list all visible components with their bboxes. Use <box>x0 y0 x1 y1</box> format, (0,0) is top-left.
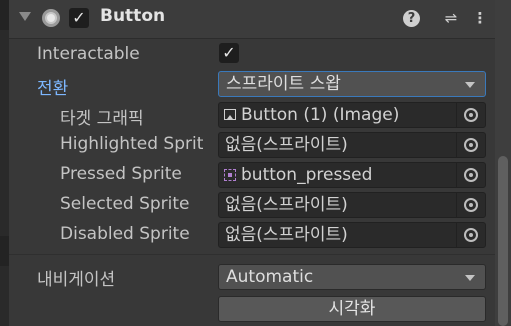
selected-sprite-label: Selected Sprite <box>60 194 190 214</box>
pressed-sprite-value: button_pressed <box>241 165 373 185</box>
object-picker-icon[interactable] <box>456 133 485 157</box>
transition-dropdown[interactable]: 스프라이트 스왑 <box>218 71 486 97</box>
selected-sprite-value: 없음(스프라이트) <box>225 195 348 215</box>
disabled-sprite-label: Disabled Sprite <box>60 224 190 244</box>
navigation-label: 내비게이션 <box>37 270 116 290</box>
menu-icon[interactable]: ⋮ <box>470 8 490 28</box>
left-panel-edge <box>0 0 9 326</box>
target-graphic-value: Button (1) (Image) <box>241 105 400 125</box>
component-header[interactable]: ✓ Button ? ⇌ ⋮ <box>9 0 495 39</box>
highlighted-sprite-label: Highlighted Sprit <box>60 134 204 154</box>
target-graphic-label: 타겟 그래픽 <box>60 109 144 129</box>
scrollbar-thumb[interactable] <box>498 156 508 326</box>
image-icon <box>224 109 236 120</box>
help-icon[interactable]: ? <box>403 10 420 27</box>
object-picker-icon[interactable] <box>456 163 485 187</box>
disabled-sprite-value: 없음(스프라이트) <box>225 225 348 245</box>
pressed-sprite-label: Pressed Sprite <box>60 164 182 184</box>
disabled-sprite-field[interactable]: 없음(스프라이트) <box>218 222 486 248</box>
component-title: Button <box>100 6 166 26</box>
divider <box>9 254 495 255</box>
chevron-down-icon <box>465 82 475 88</box>
sprite-icon <box>224 169 236 181</box>
visualize-button[interactable]: 시각화 <box>218 296 486 322</box>
selected-sprite-field[interactable]: 없음(스프라이트) <box>218 192 486 218</box>
component-enabled-checkbox[interactable]: ✓ <box>69 8 89 28</box>
left-panel-block <box>0 0 9 30</box>
chevron-down-icon <box>465 275 475 281</box>
pressed-sprite-field[interactable]: button_pressed <box>218 162 486 188</box>
highlighted-sprite-field[interactable]: 없음(스프라이트) <box>218 132 486 158</box>
foldout-arrow-icon[interactable] <box>19 12 31 21</box>
scrollbar[interactable] <box>495 0 511 326</box>
navigation-dropdown[interactable]: Automatic <box>218 264 486 290</box>
navigation-value: Automatic <box>226 267 314 287</box>
component-icon <box>42 9 60 27</box>
object-picker-icon[interactable] <box>456 193 485 217</box>
object-picker-icon[interactable] <box>456 103 485 127</box>
target-graphic-field[interactable]: Button (1) (Image) <box>218 102 486 128</box>
preset-icon[interactable]: ⇌ <box>441 8 461 28</box>
left-panel-block <box>0 236 9 266</box>
interactable-checkbox[interactable]: ✓ <box>219 43 239 63</box>
object-picker-icon[interactable] <box>456 223 485 247</box>
transition-value: 스프라이트 스왑 <box>226 74 341 94</box>
highlighted-sprite-value: 없음(스프라이트) <box>225 135 348 155</box>
transition-label: 전환 <box>37 79 69 99</box>
interactable-label: Interactable <box>37 44 140 64</box>
